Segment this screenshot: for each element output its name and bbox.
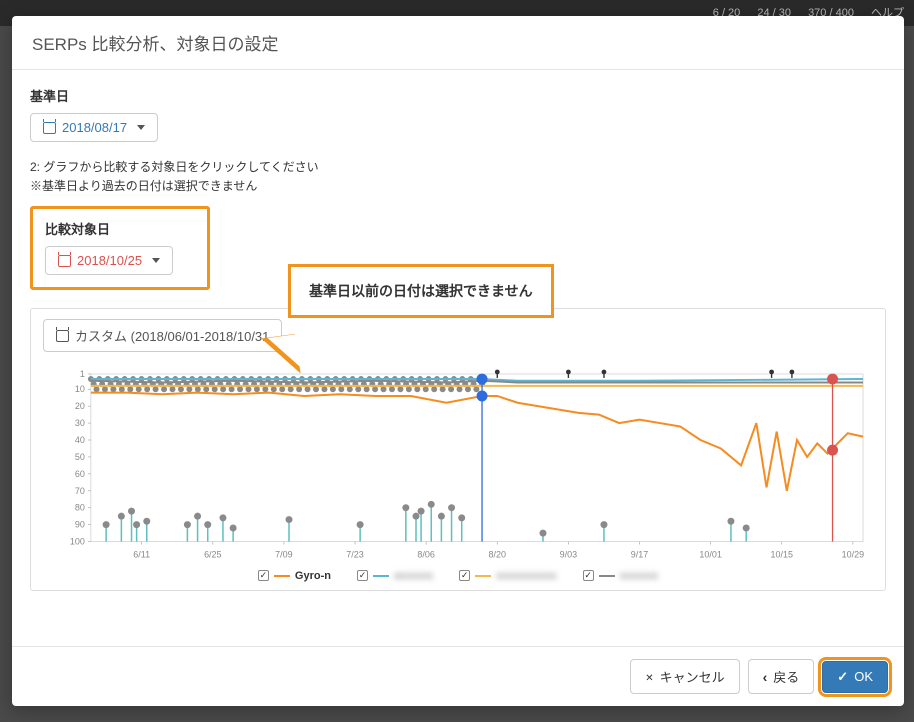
svg-text:60: 60 bbox=[75, 469, 85, 479]
serps-compare-modal: SERPs 比較分析、対象日の設定 基準日 2018/08/17 2: グラフか… bbox=[12, 16, 904, 706]
legend-label: Gyro-n bbox=[295, 570, 331, 582]
legend-item-b[interactable]: ✓ assssss bbox=[357, 570, 433, 582]
legend-item-c[interactable]: ✓ sssssssssss bbox=[459, 570, 557, 582]
svg-text:10: 10 bbox=[75, 385, 85, 395]
svg-text:1: 1 bbox=[80, 369, 85, 379]
svg-text:6/25: 6/25 bbox=[204, 550, 221, 560]
svg-text:7/09: 7/09 bbox=[275, 550, 292, 560]
modal-title: SERPs 比較分析、対象日の設定 bbox=[32, 30, 884, 55]
svg-text:7/23: 7/23 bbox=[346, 550, 363, 560]
date-range-value: カスタム (2018/06/01-2018/10/31 bbox=[75, 326, 269, 345]
svg-text:6/11: 6/11 bbox=[133, 550, 150, 560]
svg-text:80: 80 bbox=[75, 503, 85, 513]
caret-down-icon bbox=[137, 125, 145, 130]
svg-text:9/17: 9/17 bbox=[631, 550, 648, 560]
date-range-picker[interactable]: カスタム (2018/06/01-2018/10/31 bbox=[43, 319, 282, 352]
callout-tooltip: 基準日以前の日付は選択できません bbox=[288, 264, 554, 318]
svg-text:100: 100 bbox=[70, 537, 85, 547]
rank-chart[interactable]: 1 10 20 30 40 50 60 70 80 90 100 6/11 6/25 7/09 7/23 8/… bbox=[43, 364, 873, 564]
chevron-left-icon bbox=[763, 669, 768, 685]
modal-footer: キャンセル 戻る OK bbox=[12, 646, 904, 706]
calendar-icon bbox=[58, 255, 71, 267]
chart-legend: ✓ Gyro-n ✓ assssss ✓ sssssssssss ✓ bbox=[43, 570, 873, 582]
checkbox-icon: ✓ bbox=[459, 570, 470, 581]
compare-date-highlight-box: 比較対象日 2018/10/25 bbox=[30, 206, 210, 290]
svg-text:20: 20 bbox=[75, 402, 85, 412]
ok-button[interactable]: OK bbox=[822, 661, 888, 693]
ok-label: OK bbox=[854, 669, 873, 684]
callout-text: 基準日以前の日付は選択できません bbox=[309, 283, 533, 299]
check-icon bbox=[837, 669, 848, 685]
legend-label: sssssss bbox=[620, 570, 659, 582]
chart-card: カスタム (2018/06/01-2018/10/31 1 10 20 30 40 50 6… bbox=[30, 308, 886, 591]
modal-header: SERPs 比較分析、対象日の設定 bbox=[12, 16, 904, 70]
svg-text:70: 70 bbox=[75, 486, 85, 496]
cancel-button[interactable]: キャンセル bbox=[630, 659, 739, 694]
compare-date-value: 2018/10/25 bbox=[77, 253, 142, 268]
back-label: 戻る bbox=[773, 667, 799, 686]
legend-swatch bbox=[475, 575, 491, 577]
back-button[interactable]: 戻る bbox=[748, 659, 815, 694]
baseline-date-picker[interactable]: 2018/08/17 bbox=[30, 113, 158, 142]
svg-text:9/03: 9/03 bbox=[560, 550, 577, 560]
instruction-line: 2: グラフから比較する対象日をクリックしてください bbox=[30, 158, 886, 177]
modal-body: 基準日 2018/08/17 2: グラフから比較する対象日をクリックしてくださ… bbox=[12, 70, 904, 646]
x-icon bbox=[645, 669, 653, 684]
instruction-note: ※基準日より過去の日付は選択できません bbox=[30, 177, 886, 196]
legend-swatch bbox=[373, 575, 389, 577]
cancel-label: キャンセル bbox=[660, 667, 725, 686]
legend-item-gyron[interactable]: ✓ Gyro-n bbox=[258, 570, 331, 582]
checkbox-icon: ✓ bbox=[583, 570, 594, 581]
checkbox-icon: ✓ bbox=[258, 570, 269, 581]
legend-swatch bbox=[599, 575, 615, 577]
svg-text:10/01: 10/01 bbox=[699, 550, 721, 560]
svg-text:10/15: 10/15 bbox=[771, 550, 793, 560]
svg-text:30: 30 bbox=[75, 418, 85, 428]
legend-swatch bbox=[274, 575, 290, 577]
callout-pointer bbox=[268, 334, 301, 372]
checkbox-icon: ✓ bbox=[357, 570, 368, 581]
svg-text:10/29: 10/29 bbox=[842, 550, 864, 560]
svg-text:40: 40 bbox=[75, 435, 85, 445]
svg-text:8/06: 8/06 bbox=[417, 550, 434, 560]
legend-label: sssssssssss bbox=[496, 570, 557, 582]
baseline-date-value: 2018/08/17 bbox=[62, 120, 127, 135]
svg-text:8/20: 8/20 bbox=[489, 550, 506, 560]
caret-down-icon bbox=[152, 258, 160, 263]
baseline-label: 基準日 bbox=[30, 86, 886, 105]
legend-item-d[interactable]: ✓ sssssss bbox=[583, 570, 659, 582]
compare-date-picker[interactable]: 2018/10/25 bbox=[45, 246, 173, 275]
instruction-text: 2: グラフから比較する対象日をクリックしてください ※基準日より過去の日付は選… bbox=[30, 158, 886, 196]
svg-text:50: 50 bbox=[75, 452, 85, 462]
svg-text:90: 90 bbox=[75, 520, 85, 530]
legend-label: assssss bbox=[394, 570, 433, 582]
calendar-icon bbox=[56, 330, 69, 342]
compare-label: 比較対象日 bbox=[45, 219, 195, 238]
calendar-icon bbox=[43, 122, 56, 134]
